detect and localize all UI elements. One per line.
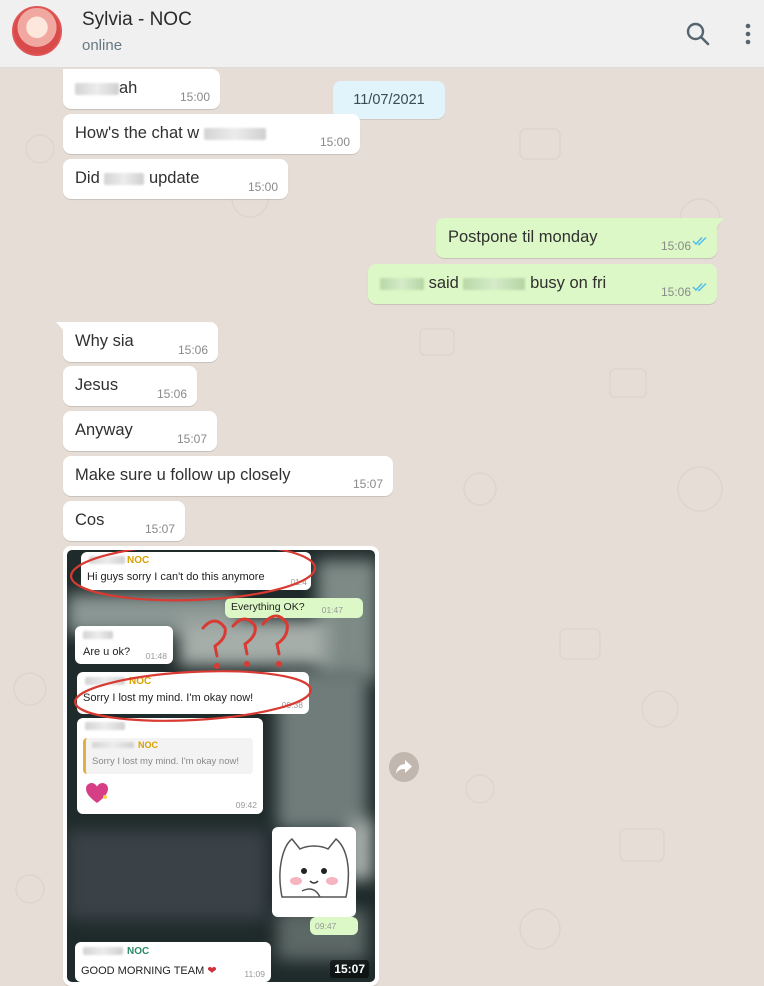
chat-header: Sylvia - NOC online: [0, 0, 764, 68]
chat-area: 11/07/2021 ah 15:00 How's the chat w 15:…: [0, 69, 764, 986]
message-text: said: [428, 274, 459, 292]
double-check-icon: [692, 278, 708, 297]
incoming-message[interactable]: How's the chat w 15:00: [63, 114, 360, 154]
message-text: Why sia: [75, 332, 134, 350]
image-message[interactable]: NOC Hi guys sorry I can't do this anymor…: [63, 546, 379, 986]
screenshot-image[interactable]: NOC Hi guys sorry I can't do this anymor…: [67, 550, 375, 982]
message-time: 15:06: [156, 387, 187, 401]
message-time: 15:07: [144, 522, 175, 536]
message-text: Did: [75, 169, 100, 187]
incoming-message[interactable]: Did update 15:00: [63, 159, 288, 199]
message-text: Make sure u follow up closely: [75, 466, 291, 484]
redacted-text: [203, 127, 266, 140]
contact-status: online: [82, 37, 123, 54]
message-time: 15:00: [247, 180, 278, 194]
message-text: How's the chat w: [75, 124, 200, 142]
search-icon[interactable]: [682, 18, 714, 50]
message-time: 15:06: [660, 239, 691, 253]
incoming-message[interactable]: Anyway 15:07: [63, 411, 217, 451]
incoming-message[interactable]: ah 15:00: [63, 69, 220, 109]
message-text: ah: [119, 79, 138, 97]
message-text: busy on fri: [530, 274, 607, 292]
menu-icon[interactable]: [733, 18, 763, 50]
message-time: 15:07: [330, 960, 369, 978]
redacted-text: [463, 277, 526, 290]
outgoing-message[interactable]: Postpone til monday 15:06: [436, 218, 724, 258]
forward-icon[interactable]: [389, 752, 419, 782]
message-text: Postpone til monday: [448, 228, 598, 246]
redacted-text: [380, 277, 424, 290]
message-text: Cos: [75, 511, 105, 529]
incoming-message[interactable]: Make sure u follow up closely 15:07: [63, 456, 393, 496]
redacted-text: [104, 172, 145, 185]
message-text: Jesus: [75, 376, 119, 394]
red-annotations: [69, 550, 317, 722]
message-time: 15:00: [179, 90, 210, 104]
incoming-message[interactable]: Why sia 15:06: [56, 322, 218, 362]
bubble-tail: [56, 322, 64, 331]
message-time: 15:06: [660, 285, 691, 299]
message-text: Anyway: [75, 421, 133, 439]
incoming-message[interactable]: Jesus 15:06: [63, 366, 197, 406]
incoming-message[interactable]: Cos 15:07: [63, 501, 185, 541]
message-text: update: [148, 169, 200, 187]
message-time: 15:00: [319, 135, 350, 149]
message-time: 15:06: [177, 343, 208, 357]
redacted-text: [75, 82, 119, 95]
bubble-tail: [716, 218, 724, 227]
contact-avatar[interactable]: [12, 6, 62, 56]
double-check-icon: [692, 232, 708, 251]
outgoing-message[interactable]: said busy on fri 15:06: [368, 264, 717, 304]
message-time: 15:07: [352, 477, 383, 491]
contact-name[interactable]: Sylvia - NOC: [82, 9, 192, 31]
message-time: 15:07: [176, 432, 207, 446]
